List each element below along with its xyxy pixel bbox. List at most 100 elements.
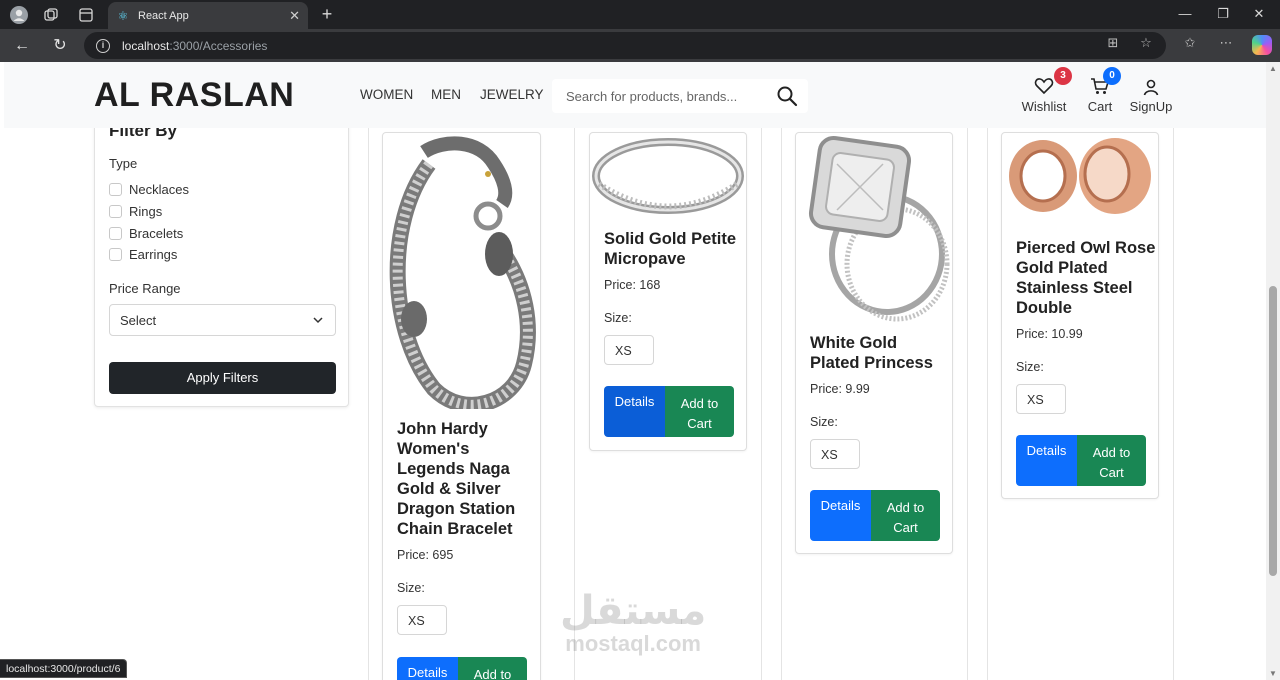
browser-toolbar: ← ↻ i localhost:3000/Accessories ⊞ ☆ ✩ ⋯ — [0, 29, 1280, 62]
product-image-rose-gold-tunnel-plugs[interactable] — [1003, 134, 1157, 224]
filter-panel: Filter By Type Necklaces Rings Bracelets… — [94, 102, 349, 407]
column-divider — [781, 128, 782, 680]
product-name: Solid Gold Petite Micropave — [604, 230, 737, 268]
product-card: Solid Gold Petite Micropave Price: 168 S… — [589, 132, 747, 451]
browser-titlebar: ⚛ React App ✕ + — ❐ ✕ — [0, 0, 1280, 29]
apply-filters-button[interactable]: Apply Filters — [109, 362, 336, 394]
column-divider — [967, 128, 968, 680]
back-icon[interactable]: ← — [10, 34, 34, 58]
size-select[interactable]: XS — [397, 605, 447, 635]
cart-count-badge: 0 — [1103, 67, 1121, 85]
search-icon[interactable] — [776, 85, 798, 107]
price-range-label: Price Range — [109, 281, 181, 296]
site-info-icon[interactable]: i — [96, 38, 110, 53]
chevron-down-icon — [313, 317, 323, 324]
favorite-star-icon[interactable]: ☆ — [1137, 34, 1155, 52]
product-price: Price: 10.99 — [1016, 327, 1083, 341]
product-image-silver-dragon-bracelet[interactable] — [384, 134, 539, 409]
favorites-icon[interactable]: ✩ — [1181, 34, 1199, 52]
url-text: localhost:3000/Accessories — [122, 38, 268, 53]
filter-type-earrings[interactable]: Earrings — [109, 247, 177, 262]
site-logo[interactable]: AL RASLAN — [94, 76, 294, 115]
checkbox[interactable] — [109, 248, 122, 261]
cart-label: Cart — [1087, 99, 1113, 114]
tab-actions-icon[interactable] — [75, 4, 97, 26]
copilot-icon[interactable] — [1252, 35, 1272, 55]
column-divider — [987, 128, 988, 680]
price-range-select[interactable]: Select — [109, 304, 336, 336]
product-image-diamond-band-ring[interactable] — [591, 134, 745, 219]
product-name: John Hardy Women's Legends Naga Gold & S… — [397, 420, 516, 538]
add-to-cart-button[interactable]: Add to Cart — [665, 386, 734, 437]
size-select[interactable]: XS — [1016, 384, 1066, 414]
product-name: Pierced Owl Rose Gold Plated Stainless S… — [1016, 239, 1156, 317]
product-card: Pierced Owl Rose Gold Plated Stainless S… — [1001, 132, 1159, 499]
close-window-icon[interactable]: ✕ — [1244, 3, 1274, 25]
product-price: Price: 695 — [397, 548, 454, 562]
cart-link[interactable]: 0 Cart — [1084, 67, 1121, 114]
address-bar[interactable]: i localhost:3000/Accessories — [84, 32, 1166, 59]
nav-women[interactable]: WOMEN — [360, 87, 413, 102]
tab-close-icon[interactable]: ✕ — [289, 8, 300, 24]
page-viewport: Filter By Type Necklaces Rings Bracelets… — [4, 62, 1266, 680]
size-label: Size: — [1016, 360, 1044, 374]
restore-icon[interactable]: ❐ — [1208, 3, 1238, 25]
product-image-princess-cut-ring-set[interactable] — [797, 134, 951, 324]
nav-jewelry[interactable]: JEWELRY — [480, 87, 544, 102]
column-divider — [368, 128, 369, 680]
search-input[interactable] — [552, 88, 762, 104]
details-button[interactable]: Details — [604, 386, 665, 437]
page-scrollbar[interactable]: ▲ ▼ — [1266, 62, 1280, 680]
details-button[interactable]: Details — [810, 490, 871, 541]
size-select[interactable]: XS — [810, 439, 860, 469]
size-label: Size: — [604, 311, 632, 325]
add-to-cart-button[interactable]: Add to Cart — [1077, 435, 1146, 486]
workspaces-icon[interactable] — [40, 4, 62, 26]
product-name: White Gold Plated Princess — [810, 334, 933, 372]
details-button[interactable]: Details — [1016, 435, 1077, 486]
scroll-down-icon[interactable]: ▼ — [1268, 669, 1278, 678]
wishlist-count-badge: 3 — [1054, 67, 1072, 85]
filter-type-rings[interactable]: Rings — [109, 204, 162, 219]
more-options-icon[interactable]: ⋯ — [1217, 34, 1235, 52]
product-price: Price: 168 — [604, 278, 661, 292]
tab-title: React App — [138, 9, 189, 22]
product-card: John Hardy Women's Legends Naga Gold & S… — [382, 132, 541, 680]
filter-type-bracelets[interactable]: Bracelets — [109, 226, 183, 241]
add-to-cart-button[interactable]: Add to Cart — [458, 657, 527, 680]
product-price: Price: 9.99 — [810, 382, 870, 396]
checkbox[interactable] — [109, 227, 122, 240]
size-label: Size: — [397, 581, 425, 595]
minimize-icon[interactable]: — — [1170, 3, 1200, 25]
size-select[interactable]: XS — [604, 335, 654, 365]
status-bar-url: localhost:3000/product/6 — [0, 659, 128, 678]
tab-react-app[interactable]: ⚛ React App ✕ — [108, 2, 308, 29]
user-icon — [1143, 79, 1159, 96]
type-label: Type — [109, 156, 138, 171]
product-card: White Gold Plated Princess Price: 9.99 S… — [795, 132, 953, 554]
filter-type-necklaces[interactable]: Necklaces — [109, 182, 189, 197]
column-divider — [761, 128, 762, 680]
wishlist-link[interactable]: 3 Wishlist — [1018, 67, 1072, 114]
checkbox[interactable] — [109, 205, 122, 218]
signup-link[interactable]: SignUp — [1128, 74, 1174, 114]
scroll-up-icon[interactable]: ▲ — [1268, 64, 1278, 73]
signup-label: SignUp — [1129, 99, 1173, 114]
reload-icon[interactable]: ↻ — [48, 34, 72, 58]
wishlist-label: Wishlist — [1021, 99, 1067, 114]
react-favicon-icon: ⚛ — [117, 8, 129, 23]
heart-icon — [1034, 78, 1054, 95]
mostaql-watermark: مستقل mostaql.com — [560, 588, 707, 656]
nav-men[interactable]: MEN — [431, 87, 461, 102]
search-box — [552, 79, 808, 113]
profile-avatar-icon[interactable] — [8, 4, 30, 26]
new-tab-icon[interactable]: + — [316, 3, 338, 25]
app-available-icon[interactable]: ⊞ — [1104, 34, 1122, 52]
size-label: Size: — [810, 415, 838, 429]
scrollbar-thumb[interactable] — [1269, 286, 1277, 576]
site-header: AL RASLAN WOMEN MEN JEWELRY 3 Wishlist 0… — [4, 62, 1266, 128]
details-button[interactable]: Details — [397, 657, 458, 680]
checkbox[interactable] — [109, 183, 122, 196]
add-to-cart-button[interactable]: Add to Cart — [871, 490, 940, 541]
column-divider — [1173, 128, 1174, 680]
